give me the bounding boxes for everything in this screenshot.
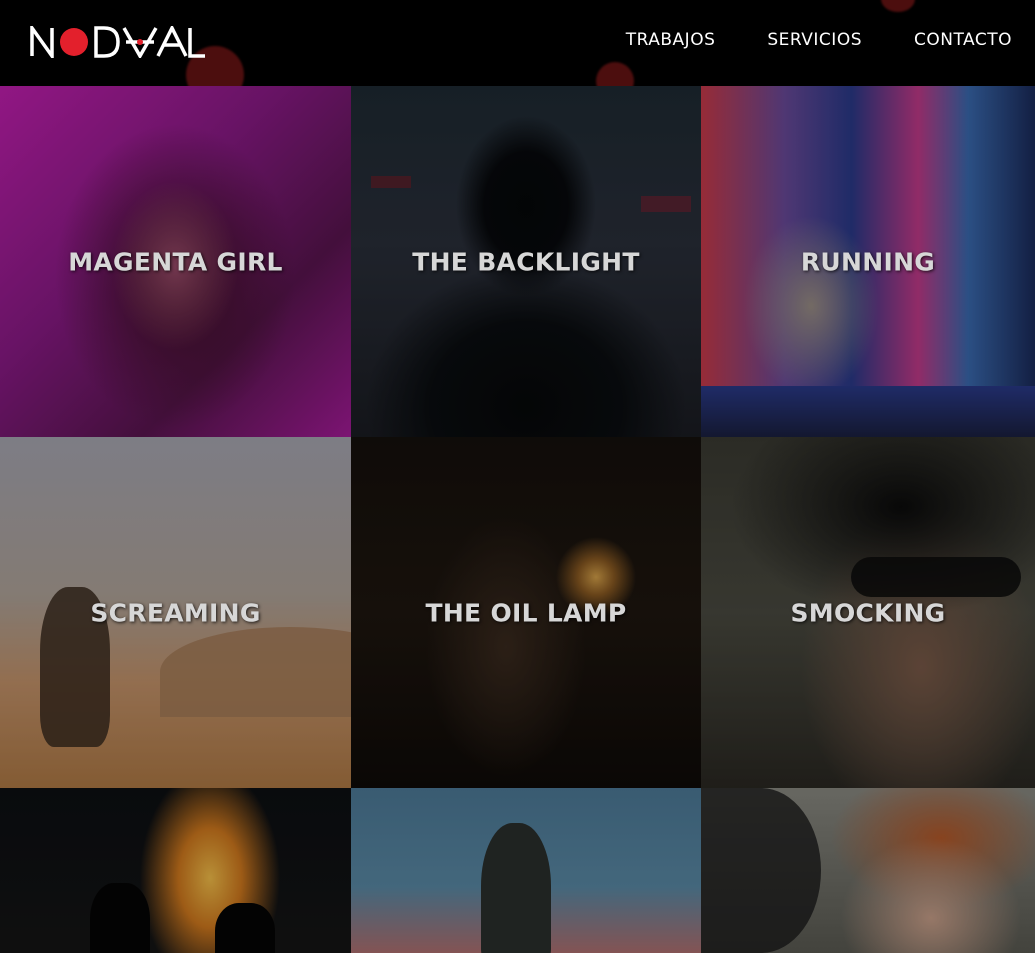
- portfolio-tile-explosion[interactable]: [0, 788, 351, 953]
- portfolio-tile-magenta-girl[interactable]: MAGENTA GIRL: [0, 86, 351, 437]
- main-nav: TRABAJOS SERVICIOS CONTACTO: [626, 30, 1012, 50]
- site-header: TRABAJOS SERVICIOS CONTACTO: [0, 0, 1035, 86]
- tile-title: SCREAMING: [90, 598, 261, 627]
- nav-link-servicios[interactable]: SERVICIOS: [767, 30, 862, 50]
- portfolio-grid: MAGENTA GIRL THE BACKLIGHT RUNNING SCREA…: [0, 86, 1035, 953]
- nav-link-trabajos[interactable]: TRABAJOS: [626, 30, 716, 50]
- portfolio-tile-smocking[interactable]: SMOCKING: [701, 437, 1035, 788]
- portfolio-tile-screaming[interactable]: SCREAMING: [0, 437, 351, 788]
- tile-title: SMOCKING: [790, 598, 946, 627]
- site-logo[interactable]: [30, 26, 206, 58]
- tile-title: THE OIL LAMP: [425, 598, 627, 627]
- portfolio-tile-the-oil-lamp[interactable]: THE OIL LAMP: [351, 437, 701, 788]
- nav-link-contacto[interactable]: CONTACTO: [914, 30, 1012, 50]
- tile-title: RUNNING: [800, 247, 936, 276]
- portfolio-tile-the-backlight[interactable]: THE BACKLIGHT: [351, 86, 701, 437]
- portfolio-tile-redhead[interactable]: [701, 788, 1035, 953]
- portfolio-tile-soldier[interactable]: [351, 788, 701, 953]
- decorative-dot: [596, 62, 634, 86]
- portfolio-tile-running[interactable]: RUNNING: [701, 86, 1035, 437]
- logo-mark-icon: [30, 26, 205, 58]
- tile-title: MAGENTA GIRL: [68, 247, 283, 276]
- decorative-dot: [881, 0, 915, 12]
- tile-title: THE BACKLIGHT: [412, 247, 640, 276]
